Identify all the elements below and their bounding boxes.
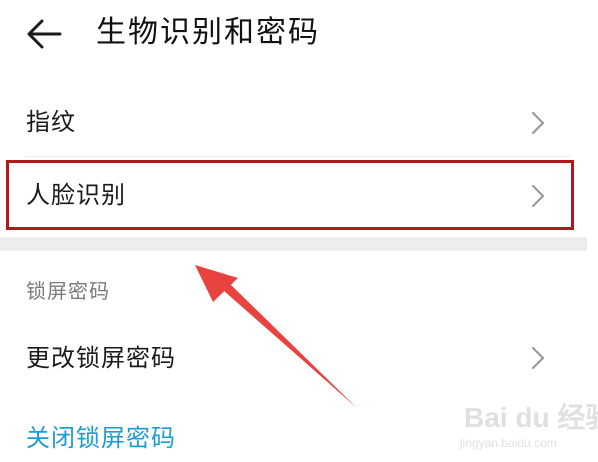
back-button[interactable] (22, 14, 66, 54)
settings-item-fingerprint[interactable]: 指纹 (0, 92, 598, 154)
settings-screen: 生物识别和密码 指纹 人脸识别 锁屏密码 更改锁屏密码 关闭锁屏密码 Bai d… (0, 0, 598, 462)
chevron-right-icon (528, 182, 548, 210)
settings-item-label: 指纹 (26, 108, 76, 136)
chevron-right-icon (528, 344, 548, 372)
settings-item-face-recognition[interactable]: 人脸识别 (0, 160, 598, 228)
section-separator (0, 237, 587, 251)
header-bar: 生物识别和密码 (0, 0, 598, 70)
chevron-right-icon (528, 109, 548, 137)
disable-lock-password-link[interactable]: 关闭锁屏密码 (26, 420, 176, 456)
settings-item-change-lock-password[interactable]: 更改锁屏密码 (0, 328, 598, 390)
arrow-left-icon (27, 19, 62, 49)
row-divider (26, 156, 572, 157)
baidu-watermark: Bai du 经验 jingyan.baidu.com (454, 392, 598, 458)
watermark-logo: Bai du 经验 (464, 402, 598, 433)
settings-item-label: 更改锁屏密码 (26, 344, 176, 372)
watermark-domain: jingyan.baidu.com (460, 436, 557, 450)
section-header-lock-screen-password: 锁屏密码 (26, 279, 110, 303)
settings-item-label: 人脸识别 (26, 181, 126, 209)
page-title: 生物识别和密码 (96, 15, 320, 50)
